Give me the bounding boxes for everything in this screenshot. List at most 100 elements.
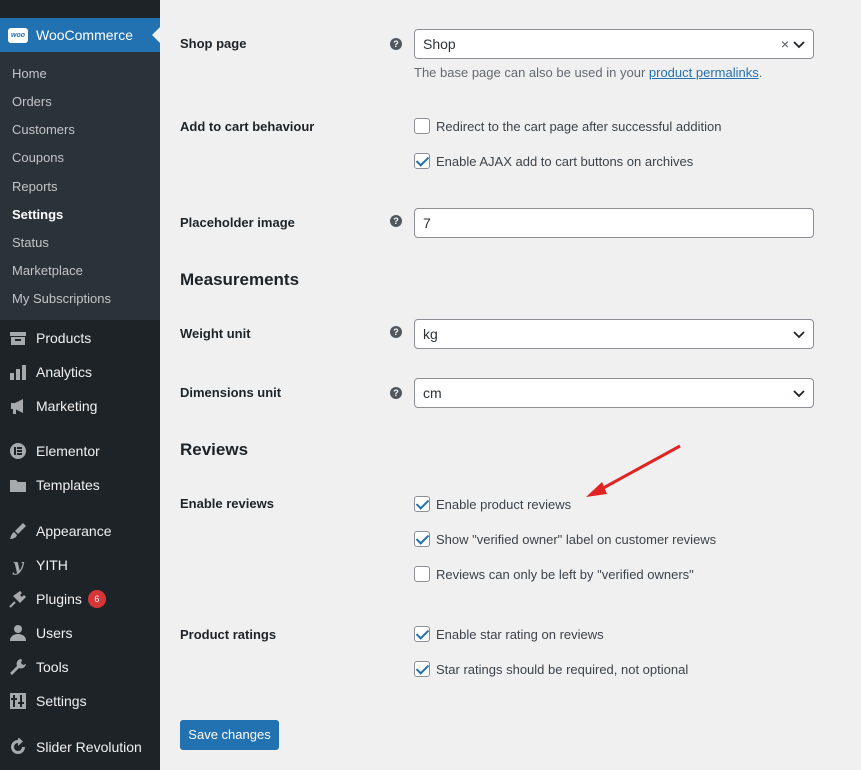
sidebar-item-label: Users bbox=[36, 625, 73, 641]
sidebar-item-marketing[interactable]: Marketing bbox=[0, 391, 160, 421]
sidebar-item-label: Settings bbox=[36, 693, 87, 709]
submenu-status[interactable]: Status bbox=[12, 235, 49, 250]
option-label: Star ratings should be required, not opt… bbox=[436, 661, 689, 677]
sidebar-item-label: Slider Revolution bbox=[36, 739, 142, 755]
shop-page-label: Shop page bbox=[180, 36, 247, 51]
chevron-down-icon bbox=[793, 41, 805, 49]
submenu-orders[interactable]: Orders bbox=[12, 94, 52, 109]
option-label: Enable AJAX add to cart buttons on archi… bbox=[436, 153, 694, 169]
sidebar-item-label: Elementor bbox=[36, 443, 100, 459]
folder-icon bbox=[8, 475, 28, 495]
placeholder-image-input[interactable]: 7 bbox=[414, 208, 814, 238]
ajax-add-to-cart-checkbox[interactable] bbox=[414, 153, 430, 169]
sidebar-item-elementor[interactable]: Elementor bbox=[0, 436, 160, 466]
yith-icon: y bbox=[12, 554, 24, 576]
sidebar-item-label: Plugins bbox=[36, 591, 82, 607]
sidebar-item-appearance[interactable]: Appearance bbox=[0, 516, 160, 546]
sidebar-item-users[interactable]: Users bbox=[0, 618, 160, 648]
verified-owners-only-checkbox[interactable] bbox=[414, 566, 430, 582]
option-label: Redirect to the cart page after successf… bbox=[436, 118, 722, 134]
clear-icon[interactable]: × bbox=[781, 30, 789, 58]
current-menu-arrow bbox=[152, 27, 160, 43]
sidebar-item-label: Tools bbox=[36, 659, 69, 675]
product-permalinks-link[interactable]: product permalinks bbox=[649, 65, 759, 80]
dimensions-unit-value: cm bbox=[423, 385, 442, 401]
woocommerce-submenu: Home Orders Customers Coupons Reports Se… bbox=[0, 52, 160, 320]
dimensions-unit-select[interactable]: cm bbox=[414, 378, 814, 408]
sidebar-item-label: Marketing bbox=[36, 398, 98, 414]
save-changes-button[interactable]: Save changes bbox=[180, 720, 279, 750]
paintbrush-icon bbox=[8, 521, 28, 541]
plug-icon bbox=[8, 589, 28, 609]
sidebar-item-label: WooCommerce bbox=[36, 27, 133, 43]
redirect-to-cart-checkbox[interactable] bbox=[414, 118, 430, 134]
verified-owner-label-checkbox[interactable] bbox=[414, 531, 430, 547]
description-suffix: . bbox=[758, 65, 763, 80]
reviews-heading: Reviews bbox=[180, 440, 249, 459]
sidebar-item-slider-revolution[interactable]: Slider Revolution bbox=[0, 732, 160, 762]
wrench-icon bbox=[8, 657, 28, 677]
placeholder-image-label: Placeholder image bbox=[180, 215, 295, 230]
annotation-arrow-icon bbox=[586, 444, 681, 497]
enable-product-reviews-option[interactable]: Enable product reviews bbox=[414, 496, 571, 512]
dimensions-unit-help-icon[interactable]: ? bbox=[390, 387, 402, 399]
submenu-customers[interactable]: Customers bbox=[12, 122, 75, 137]
enable-product-reviews-checkbox[interactable] bbox=[414, 496, 430, 512]
star-rating-required-option[interactable]: Star ratings should be required, not opt… bbox=[414, 661, 688, 677]
sidebar-item-products[interactable]: Products bbox=[0, 323, 160, 353]
placeholder-image-help-icon[interactable]: ? bbox=[390, 215, 402, 227]
chevron-down-icon bbox=[793, 331, 805, 339]
weight-unit-value: kg bbox=[423, 326, 438, 342]
sidebar-item-templates[interactable]: Templates bbox=[0, 470, 160, 500]
redirect-to-cart-option[interactable]: Redirect to the cart page after successf… bbox=[414, 118, 721, 134]
sidebar-item-settings[interactable]: Settings bbox=[0, 686, 160, 716]
submenu-reports[interactable]: Reports bbox=[12, 179, 58, 194]
ajax-add-to-cart-option[interactable]: Enable AJAX add to cart buttons on archi… bbox=[414, 153, 693, 169]
submenu-settings[interactable]: Settings bbox=[12, 207, 63, 222]
option-label: Enable product reviews bbox=[436, 496, 572, 512]
sidebar-item-label: Appearance bbox=[36, 523, 112, 539]
plugins-update-badge: 6 bbox=[87, 590, 106, 608]
shop-page-help-icon[interactable]: ? bbox=[390, 38, 402, 50]
enable-reviews-label: Enable reviews bbox=[180, 496, 274, 511]
sidebar-item-analytics[interactable]: Analytics bbox=[0, 357, 160, 387]
enable-star-rating-checkbox[interactable] bbox=[414, 626, 430, 642]
chevron-down-icon bbox=[793, 390, 805, 398]
description-text: The base page can also be used in your bbox=[414, 65, 649, 80]
submenu-my-subscriptions[interactable]: My Subscriptions bbox=[12, 291, 111, 306]
option-label: Reviews can only be left by "verified ow… bbox=[436, 566, 694, 582]
settings-form: Shop page ? Shop × The base page can als… bbox=[160, 0, 861, 770]
add-to-cart-label: Add to cart behaviour bbox=[180, 119, 315, 134]
measurements-heading: Measurements bbox=[180, 270, 300, 289]
submenu-home[interactable]: Home bbox=[12, 66, 47, 81]
submenu-marketplace[interactable]: Marketplace bbox=[12, 263, 83, 278]
elementor-icon bbox=[8, 441, 28, 461]
woocommerce-logo-icon: woo bbox=[8, 27, 28, 43]
weight-unit-help-icon[interactable]: ? bbox=[390, 326, 402, 338]
submenu-coupons[interactable]: Coupons bbox=[12, 150, 64, 165]
sidebar-item-label: YITH bbox=[36, 557, 68, 573]
sidebar-item-label: Analytics bbox=[36, 364, 93, 380]
option-label: Enable star rating on reviews bbox=[436, 626, 604, 642]
refresh-icon bbox=[8, 737, 28, 757]
sidebar-item-label: Products bbox=[36, 330, 92, 346]
weight-unit-label: Weight unit bbox=[180, 326, 251, 341]
product-ratings-label: Product ratings bbox=[180, 627, 277, 642]
weight-unit-select[interactable]: kg bbox=[414, 319, 814, 349]
megaphone-icon bbox=[8, 396, 28, 416]
dimensions-unit-label: Dimensions unit bbox=[180, 385, 282, 400]
enable-star-rating-option[interactable]: Enable star rating on reviews bbox=[414, 626, 604, 642]
user-icon bbox=[8, 623, 28, 643]
shop-page-description: The base page can also be used in your p… bbox=[414, 65, 762, 80]
verified-owner-label-option[interactable]: Show "verified owner" label on customer … bbox=[414, 531, 716, 547]
shop-page-value: Shop bbox=[423, 36, 456, 52]
bar-chart-icon bbox=[8, 362, 28, 382]
sidebar-item-yith[interactable]: y YITH bbox=[0, 550, 160, 580]
sidebar-item-plugins[interactable]: Plugins 6 bbox=[0, 584, 160, 614]
shop-page-select[interactable]: Shop × bbox=[414, 29, 814, 59]
sliders-icon bbox=[8, 691, 28, 711]
star-rating-required-checkbox[interactable] bbox=[414, 661, 430, 677]
verified-owners-only-option[interactable]: Reviews can only be left by "verified ow… bbox=[414, 566, 694, 582]
sidebar-item-tools[interactable]: Tools bbox=[0, 652, 160, 682]
sidebar-item-woocommerce[interactable]: woo WooCommerce bbox=[0, 18, 160, 52]
